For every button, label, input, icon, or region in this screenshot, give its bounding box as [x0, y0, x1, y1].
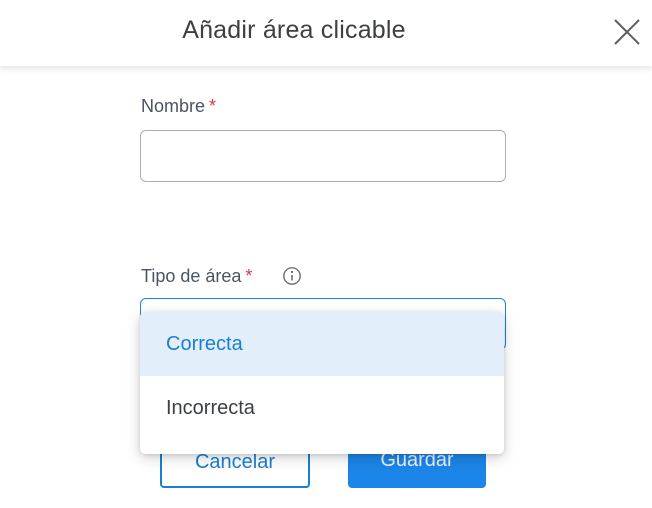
area-type-label-text: Tipo de área: [141, 266, 242, 286]
dialog-title: Añadir área clicable: [182, 16, 406, 44]
close-button[interactable]: [610, 15, 644, 49]
required-mark: *: [209, 96, 217, 116]
option-correcta[interactable]: Correcta: [140, 312, 504, 376]
name-input[interactable]: [140, 130, 506, 182]
close-icon: [614, 19, 640, 45]
name-field-label: Nombre *: [141, 96, 216, 117]
option-incorrecta[interactable]: Incorrecta: [140, 376, 504, 440]
name-label-text: Nombre: [141, 96, 206, 116]
required-mark: *: [245, 266, 253, 286]
info-icon[interactable]: [282, 266, 302, 286]
dialog-header: Añadir área clicable: [0, 0, 652, 66]
area-type-dropdown: Correcta Incorrecta: [140, 312, 504, 454]
area-type-field-label: Tipo de área *: [141, 266, 252, 287]
